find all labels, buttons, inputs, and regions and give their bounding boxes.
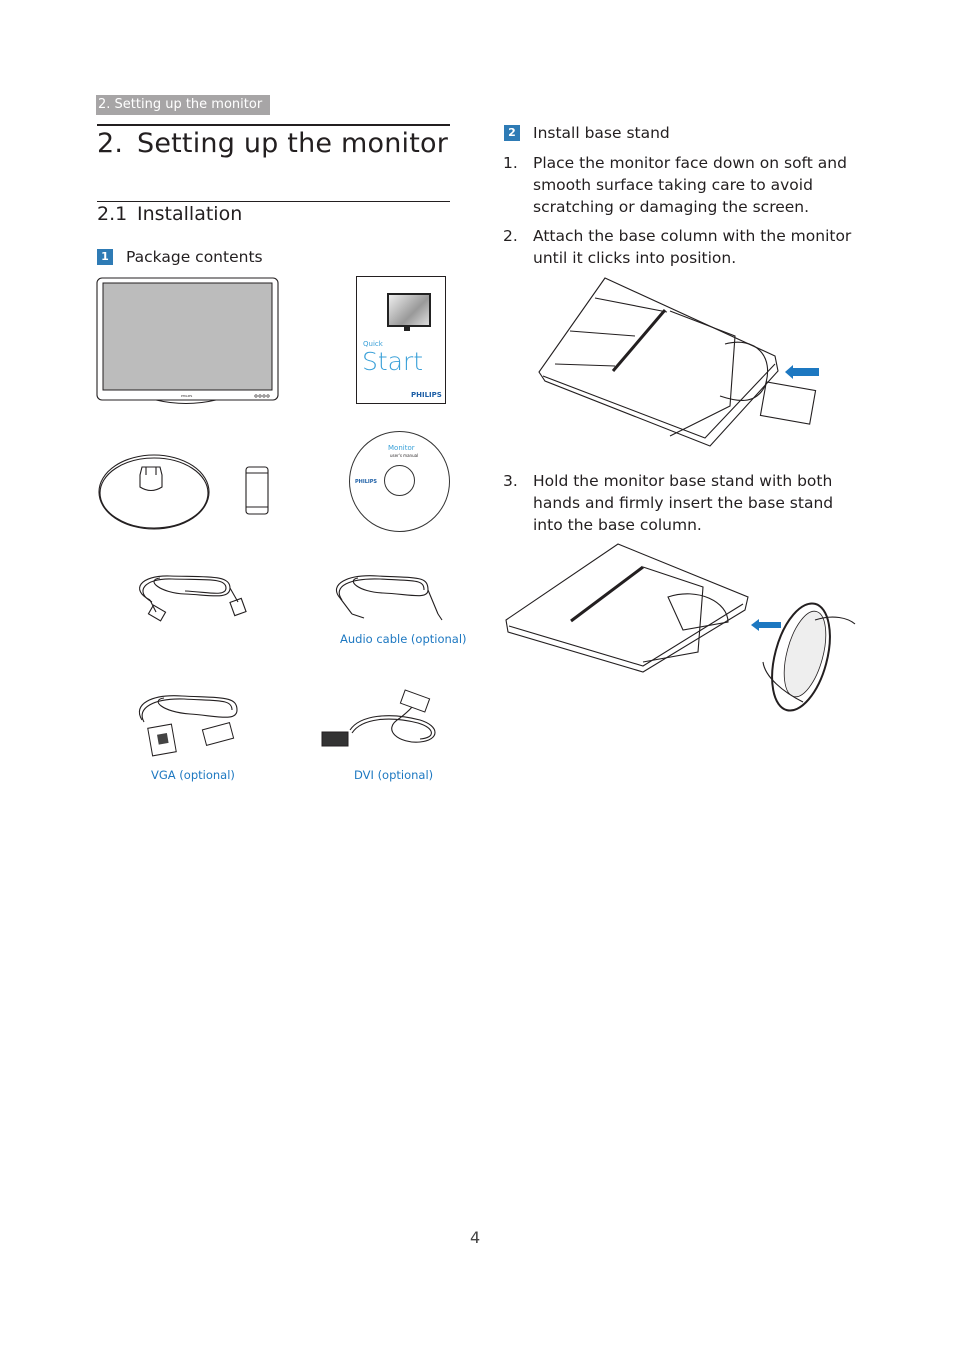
- direction-arrow-icon: [751, 619, 781, 631]
- dvi-cable-caption: DVI (optional): [354, 768, 434, 782]
- audio-cable-illustration: [335, 575, 443, 621]
- insert-base-illustration: [505, 543, 856, 712]
- install-base-stand-heading: 2 Install base stand: [504, 124, 670, 142]
- step-text: Hold the monitor base stand with both ha…: [533, 472, 834, 534]
- list-item: 1. Place the monitor face down on soft a…: [503, 152, 853, 218]
- heading-rule: [97, 124, 450, 126]
- running-header: 2. Setting up the monitor: [96, 95, 270, 115]
- list-item: 2. Attach the base column with the monit…: [503, 225, 853, 269]
- vga-cable-caption: VGA (optional): [151, 768, 235, 782]
- audio-cable-caption: Audio cable (optional): [340, 632, 467, 646]
- package-contents-title: Package contents: [126, 248, 263, 266]
- chapter-title: 2. Setting up the monitor: [97, 128, 448, 159]
- monitor-illustration: PHILIPS: [96, 277, 279, 405]
- dvi-cable-illustration: [321, 689, 436, 747]
- quick-start-guide: Quick Start PHILIPS: [356, 276, 446, 404]
- cd-title: Monitor: [388, 444, 415, 452]
- monitor-logo: PHILIPS: [181, 394, 192, 398]
- step-text: Place the monitor face down on soft and …: [533, 154, 847, 216]
- guide-monitor-stand: [404, 325, 410, 331]
- list-item: 3. Hold the monitor base stand with both…: [503, 470, 853, 536]
- step-number: 1.: [503, 154, 518, 172]
- guide-monitor-image: [387, 293, 431, 327]
- guide-brand-logo: PHILIPS: [411, 391, 442, 399]
- vga-cable-illustration: [139, 695, 238, 757]
- section-number: 2.1: [97, 203, 128, 225]
- step-badge: 1: [97, 249, 113, 265]
- section-title: 2.1 Installation: [97, 203, 242, 225]
- install-steps-list-continued: 3. Hold the monitor base stand with both…: [503, 470, 853, 536]
- cd-subtitle: user's manual: [390, 453, 419, 458]
- page-number: 4: [470, 1228, 481, 1247]
- cd-disc: Monitor user's manual PHILIPS: [349, 431, 450, 532]
- step-number: 3.: [503, 472, 518, 490]
- cd-hole: [384, 465, 415, 496]
- section-title-text: Installation: [137, 203, 243, 225]
- guide-start-label: Start: [362, 347, 424, 376]
- attach-column-illustration: [538, 277, 819, 447]
- power-cable-illustration: [139, 575, 247, 622]
- direction-arrow-icon: [785, 365, 819, 379]
- install-base-stand-title: Install base stand: [533, 124, 670, 142]
- section-rule: [97, 201, 450, 202]
- step-text: Attach the base column with the monitor …: [533, 227, 852, 267]
- chapter-title-text: Setting up the monitor: [137, 128, 449, 159]
- base-stand-illustration: [98, 454, 269, 530]
- chapter-number: 2.: [97, 128, 124, 159]
- cd-brand-logo: PHILIPS: [355, 479, 378, 485]
- install-steps-list: 1. Place the monitor face down on soft a…: [503, 152, 853, 269]
- package-contents-heading: 1 Package contents: [97, 248, 263, 266]
- step-number: 2.: [503, 227, 518, 245]
- step-badge: 2: [504, 125, 520, 141]
